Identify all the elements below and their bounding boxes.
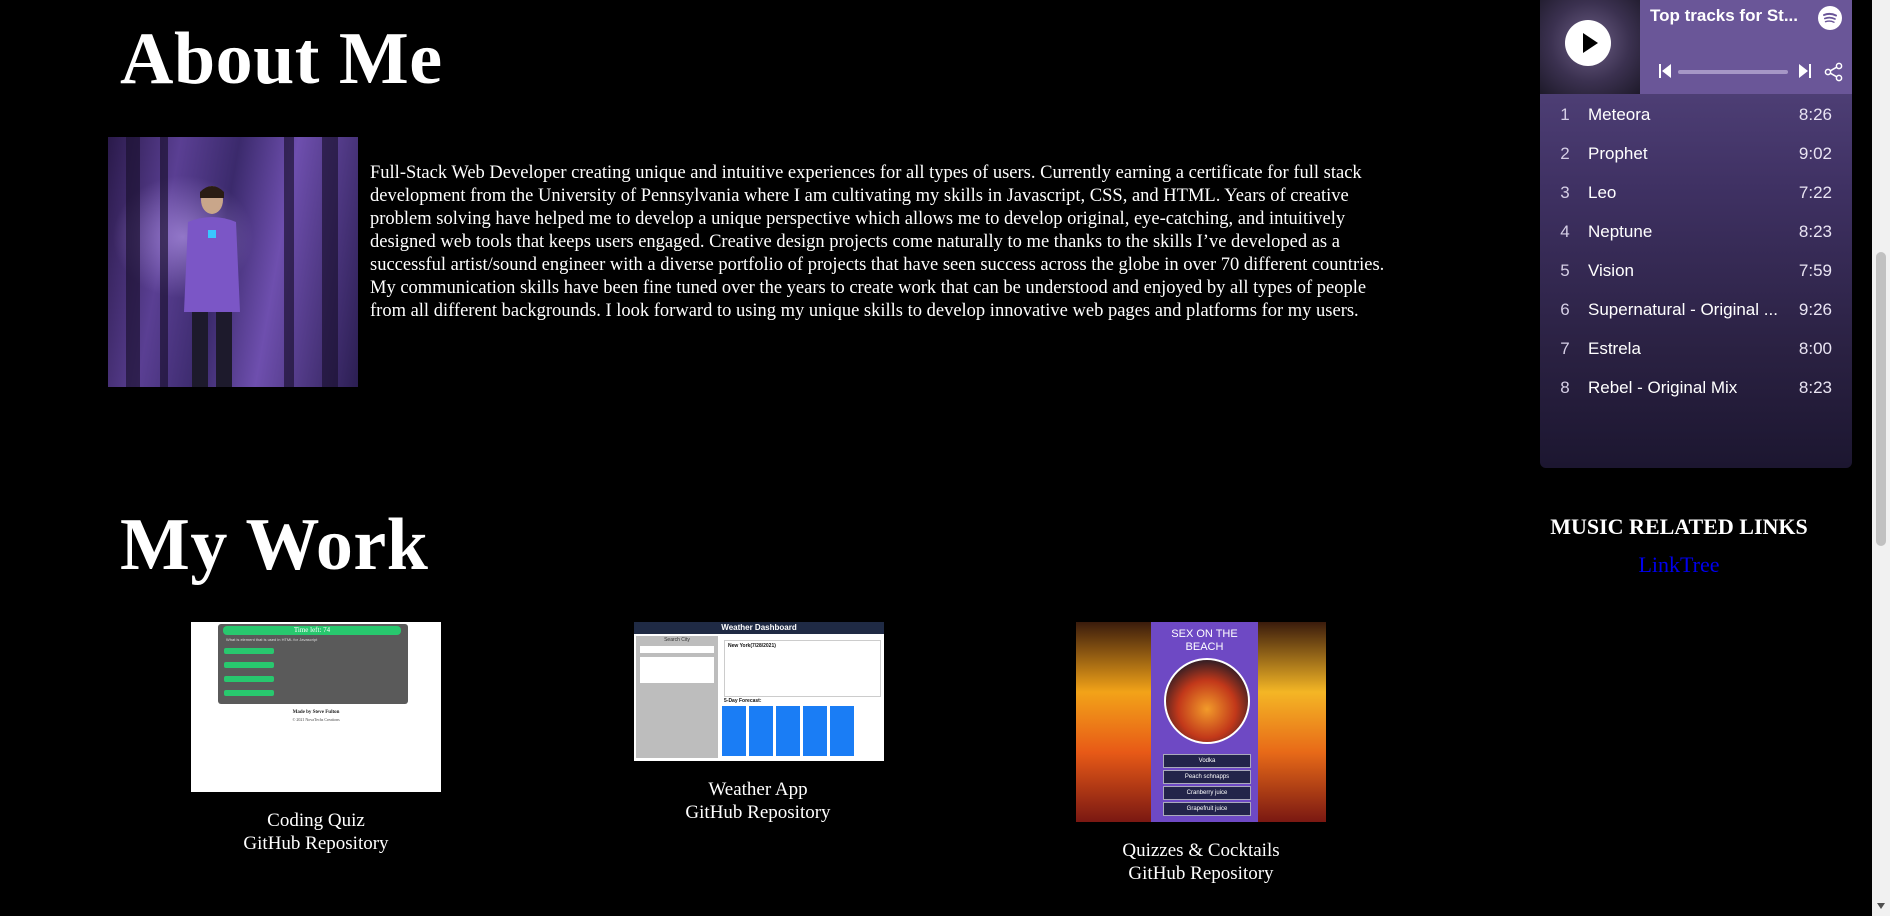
forecast-day bbox=[830, 706, 854, 756]
track-row[interactable]: 7 Estrela 8:00 bbox=[1540, 329, 1852, 368]
github-repo-link[interactable]: GitHub Repository bbox=[1051, 862, 1351, 885]
forecast-day bbox=[803, 706, 827, 756]
progress-bar[interactable] bbox=[1678, 70, 1788, 74]
quiz-timer-bar: Time left: 74 bbox=[223, 626, 401, 635]
track-duration: 8:23 bbox=[1798, 221, 1832, 241]
ingredient-item: Vodka bbox=[1163, 754, 1251, 768]
track-number: 3 bbox=[1560, 182, 1570, 202]
track-row[interactable]: 1 Meteora 8:26 bbox=[1540, 95, 1852, 134]
track-title: Neptune bbox=[1588, 221, 1653, 241]
weather-search-label: Search City bbox=[664, 637, 690, 643]
playlist-header: Top tracks for St... bbox=[1640, 0, 1852, 94]
track-number: 5 bbox=[1560, 260, 1570, 280]
track-number: 7 bbox=[1560, 338, 1570, 358]
track-row[interactable]: 6 Supernatural - Original ... 9:26 bbox=[1540, 290, 1852, 329]
about-title: About Me bbox=[120, 18, 443, 100]
scroll-down-arrow-icon[interactable] bbox=[1876, 902, 1886, 910]
track-title: Rebel - Original Mix bbox=[1588, 377, 1738, 397]
spotify-embed[interactable]: Top tracks for St... 1 Meteora 8:26 2 Pr… bbox=[1540, 0, 1852, 468]
weather-forecast-label: 5-Day Forecast: bbox=[724, 698, 762, 704]
weather-header-bar: Weather Dashboard bbox=[634, 622, 884, 634]
weather-search-sidebar: Search City bbox=[636, 636, 718, 758]
cocktail-photo bbox=[1164, 658, 1250, 744]
playlist-cover-art bbox=[1540, 0, 1640, 94]
track-row[interactable]: 8 Rebel - Original Mix 8:23 bbox=[1540, 368, 1852, 407]
track-title: Vision bbox=[1588, 260, 1634, 280]
track-duration: 9:02 bbox=[1798, 143, 1832, 163]
cocktail-name: SEX ON THE BEACH bbox=[1171, 628, 1238, 653]
about-bio: Full-Stack Web Developer creating unique… bbox=[370, 163, 1385, 321]
quiz-option bbox=[224, 690, 274, 696]
weather-city: New York(7/28/2021) bbox=[728, 643, 776, 649]
track-number: 1 bbox=[1560, 104, 1570, 124]
track-duration: 7:59 bbox=[1798, 260, 1832, 280]
spotify-icon[interactable] bbox=[1818, 6, 1842, 30]
track-title: Leo bbox=[1588, 182, 1617, 202]
scrollbar-thumb[interactable] bbox=[1876, 252, 1886, 546]
quizzes-cocktails-screenshot[interactable]: SEX ON THE BEACH Vodka Peach schnapps Cr… bbox=[1076, 622, 1326, 822]
person-figure bbox=[184, 186, 240, 387]
track-title: Estrela bbox=[1588, 338, 1641, 358]
forecast-day bbox=[722, 706, 746, 756]
track-row[interactable]: 5 Vision 7:59 bbox=[1540, 251, 1852, 290]
quiz-panel: Time left: 74 What is element that is us… bbox=[218, 624, 408, 704]
ingredient-item: Peach schnapps bbox=[1163, 770, 1251, 784]
track-title: Prophet bbox=[1588, 143, 1648, 163]
next-track-icon[interactable] bbox=[1798, 63, 1812, 79]
share-icon[interactable] bbox=[1824, 62, 1844, 82]
weather-current-box: New York(7/28/2021) bbox=[724, 640, 881, 697]
github-repo-link[interactable]: GitHub Repository bbox=[608, 801, 908, 824]
playlist-title[interactable]: Top tracks for St... bbox=[1650, 6, 1810, 26]
track-duration: 8:23 bbox=[1798, 377, 1832, 397]
music-links-heading: MUSIC RELATED LINKS bbox=[1550, 514, 1808, 539]
linktree-link[interactable]: LinkTree bbox=[1540, 552, 1818, 578]
track-duration: 8:26 bbox=[1798, 104, 1832, 124]
track-row[interactable]: 2 Prophet 9:02 bbox=[1540, 134, 1852, 173]
quiz-footer: Made by Steve Fulton bbox=[292, 710, 340, 715]
project-name[interactable]: Weather App bbox=[608, 778, 908, 801]
cocktail-glass-image bbox=[1258, 622, 1326, 822]
ingredient-item: Grapefruit juice bbox=[1163, 802, 1251, 816]
quiz-timer-text: Time left: 74 bbox=[293, 626, 331, 634]
track-title: Meteora bbox=[1588, 104, 1651, 124]
previous-track-icon[interactable] bbox=[1658, 63, 1672, 79]
weather-header-text: Weather Dashboard bbox=[721, 623, 797, 632]
project-card-weather-app: Weather App GitHub Repository bbox=[608, 778, 908, 824]
weather-app-screenshot[interactable]: Weather Dashboard Search City New York(7… bbox=[634, 622, 884, 761]
track-duration: 8:00 bbox=[1798, 338, 1832, 358]
project-card-coding-quiz: Coding Quiz GitHub Repository bbox=[166, 809, 466, 855]
track-row[interactable]: 3 Leo 7:22 bbox=[1540, 173, 1852, 212]
cocktail-glass-image bbox=[1076, 622, 1151, 822]
track-title: Supernatural - Original ... bbox=[1588, 299, 1778, 319]
track-row[interactable]: 4 Neptune 8:23 bbox=[1540, 212, 1852, 251]
quiz-copyright: © 2021 NovaTechs Creations bbox=[292, 717, 340, 722]
quiz-option bbox=[224, 676, 274, 682]
play-button[interactable] bbox=[1565, 20, 1611, 66]
project-name[interactable]: Quizzes & Cocktails bbox=[1051, 839, 1351, 862]
quiz-question: What is element that is used in HTML for… bbox=[226, 637, 318, 642]
forecast-day bbox=[776, 706, 800, 756]
weather-history-list bbox=[640, 657, 714, 683]
forecast-day bbox=[749, 706, 773, 756]
coding-quiz-screenshot[interactable]: Time left: 74 What is element that is us… bbox=[191, 622, 441, 792]
quiz-option bbox=[224, 662, 274, 668]
github-repo-link[interactable]: GitHub Repository bbox=[166, 832, 466, 855]
track-list: 1 Meteora 8:26 2 Prophet 9:02 3 Leo 7:22… bbox=[1540, 95, 1852, 407]
quiz-option bbox=[224, 648, 274, 654]
my-work-title: My Work bbox=[120, 504, 429, 586]
project-name[interactable]: Coding Quiz bbox=[166, 809, 466, 832]
track-duration: 9:26 bbox=[1798, 299, 1832, 319]
track-number: 6 bbox=[1560, 299, 1570, 319]
project-card-quizzes-cocktails: Quizzes & Cocktails GitHub Repository bbox=[1051, 839, 1351, 885]
track-duration: 7:22 bbox=[1798, 182, 1832, 202]
ingredient-item: Cranberry juice bbox=[1163, 786, 1251, 800]
play-icon bbox=[1583, 33, 1598, 53]
track-number: 2 bbox=[1560, 143, 1570, 163]
weather-search-input bbox=[640, 646, 714, 653]
track-number: 8 bbox=[1560, 377, 1570, 397]
track-number: 4 bbox=[1560, 221, 1570, 241]
profile-photo bbox=[108, 137, 358, 387]
